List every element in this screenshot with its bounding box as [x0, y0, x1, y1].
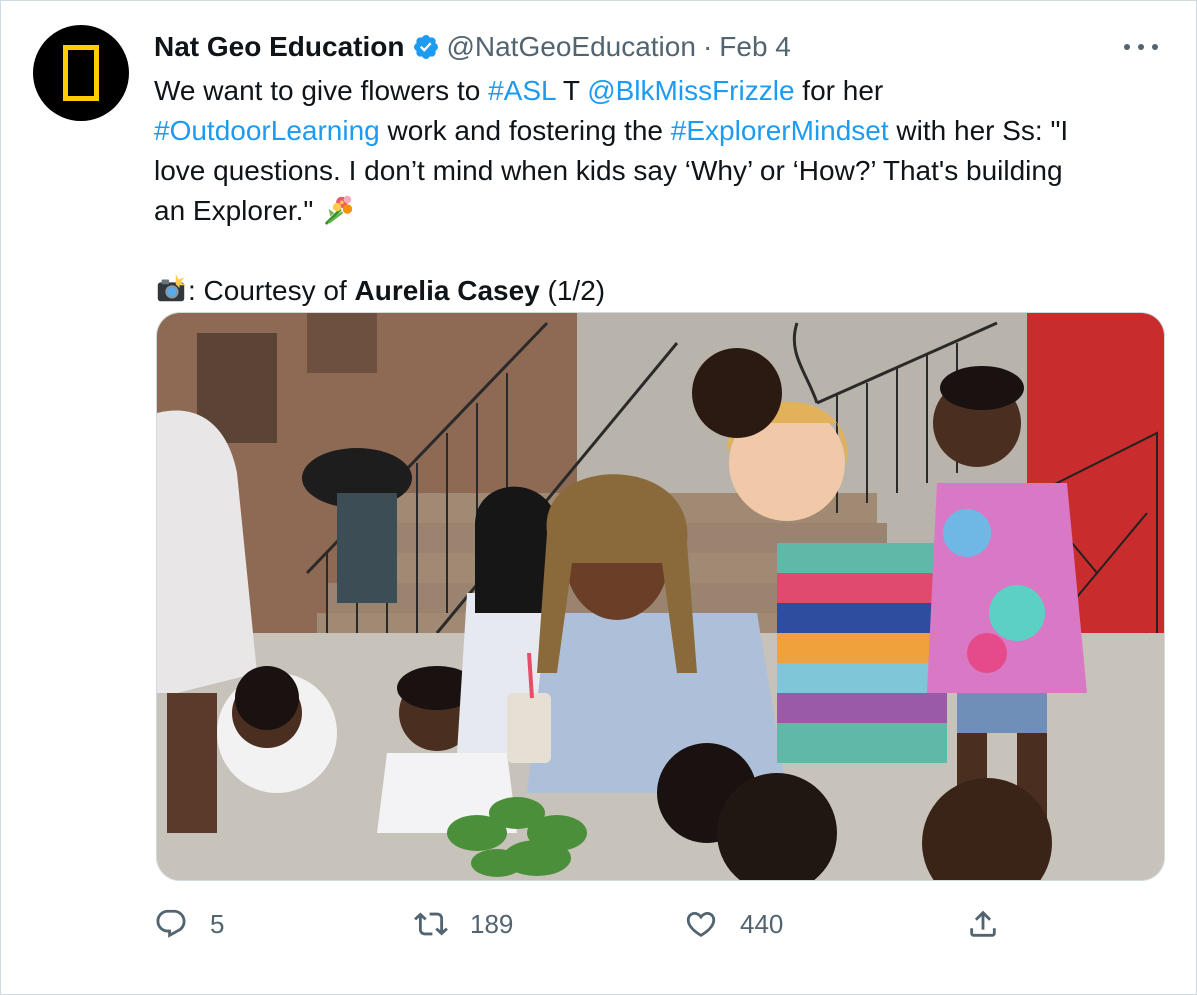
avatar[interactable]: [33, 25, 129, 121]
share-button[interactable]: [966, 901, 1022, 947]
tweet-photo[interactable]: [156, 312, 1165, 881]
tweet-text-line-1: We want to give flowers to #ASL T @BlkMi…: [154, 71, 1154, 111]
more-options-icon[interactable]: [1124, 37, 1158, 57]
share-icon: [970, 910, 996, 937]
retweet-icon: [414, 912, 448, 936]
tweet-date[interactable]: Feb 4: [719, 31, 791, 63]
credit-name: Aurelia Casey: [354, 275, 540, 306]
like-button[interactable]: 440: [684, 901, 783, 947]
text-segment: We want to give flowers to: [154, 75, 489, 106]
photo-illustration: [157, 313, 1164, 880]
bouquet-emoji-icon: [325, 195, 353, 225]
hashtag-asl[interactable]: #ASL: [488, 75, 555, 106]
reply-icon: [156, 909, 186, 938]
text-segment: work and fostering the: [379, 115, 671, 146]
author-handle[interactable]: @NatGeoEducation: [446, 31, 695, 63]
retweet-button[interactable]: 189: [414, 901, 513, 947]
mention-blkmissfrizzle[interactable]: @BlkMissFrizzle: [587, 75, 794, 106]
reply-count: 5: [210, 908, 225, 939]
retweet-count: 189: [470, 908, 514, 939]
credit-prefix: : Courtesy of: [188, 275, 355, 306]
reply-button[interactable]: 5: [154, 901, 224, 947]
tweet-text-line-4: an Explorer.": [154, 191, 1154, 231]
tweet-text-line-3: love questions. I don’t mind when kids s…: [154, 155, 1063, 186]
action-bar: 5 189 440: [154, 901, 1014, 947]
tweet-text-line-2: #OutdoorLearning work and fostering the …: [154, 111, 1154, 151]
camera-flash-emoji-icon: [157, 273, 187, 302]
header-separator: ·: [702, 31, 713, 62]
nat-geo-logo-icon: [63, 45, 99, 101]
like-count: 440: [740, 908, 784, 939]
text-segment: with her Ss: "I: [888, 115, 1069, 146]
tweet-header: Nat Geo Education @NatGeoEducation · Feb…: [154, 27, 791, 67]
hashtag-outdoorlearning[interactable]: #OutdoorLearning: [154, 115, 380, 146]
tweet-text: We want to give flowers to #ASL T @BlkMi…: [154, 71, 1154, 311]
text-segment: for her: [794, 75, 884, 106]
credit-suffix: (1/2): [539, 275, 606, 306]
heart-icon: [686, 911, 716, 937]
text-segment: an Explorer.": [154, 195, 322, 226]
display-name[interactable]: Nat Geo Education: [154, 31, 404, 63]
tweet-card[interactable]: Nat Geo Education @NatGeoEducation · Feb…: [0, 0, 1197, 995]
hashtag-explorermindset[interactable]: #ExplorerMindset: [671, 115, 889, 146]
photo-credit: : Courtesy of Aurelia Casey (1/2): [154, 271, 1154, 311]
text-segment: T: [555, 75, 588, 106]
verified-badge-icon: [414, 35, 439, 59]
